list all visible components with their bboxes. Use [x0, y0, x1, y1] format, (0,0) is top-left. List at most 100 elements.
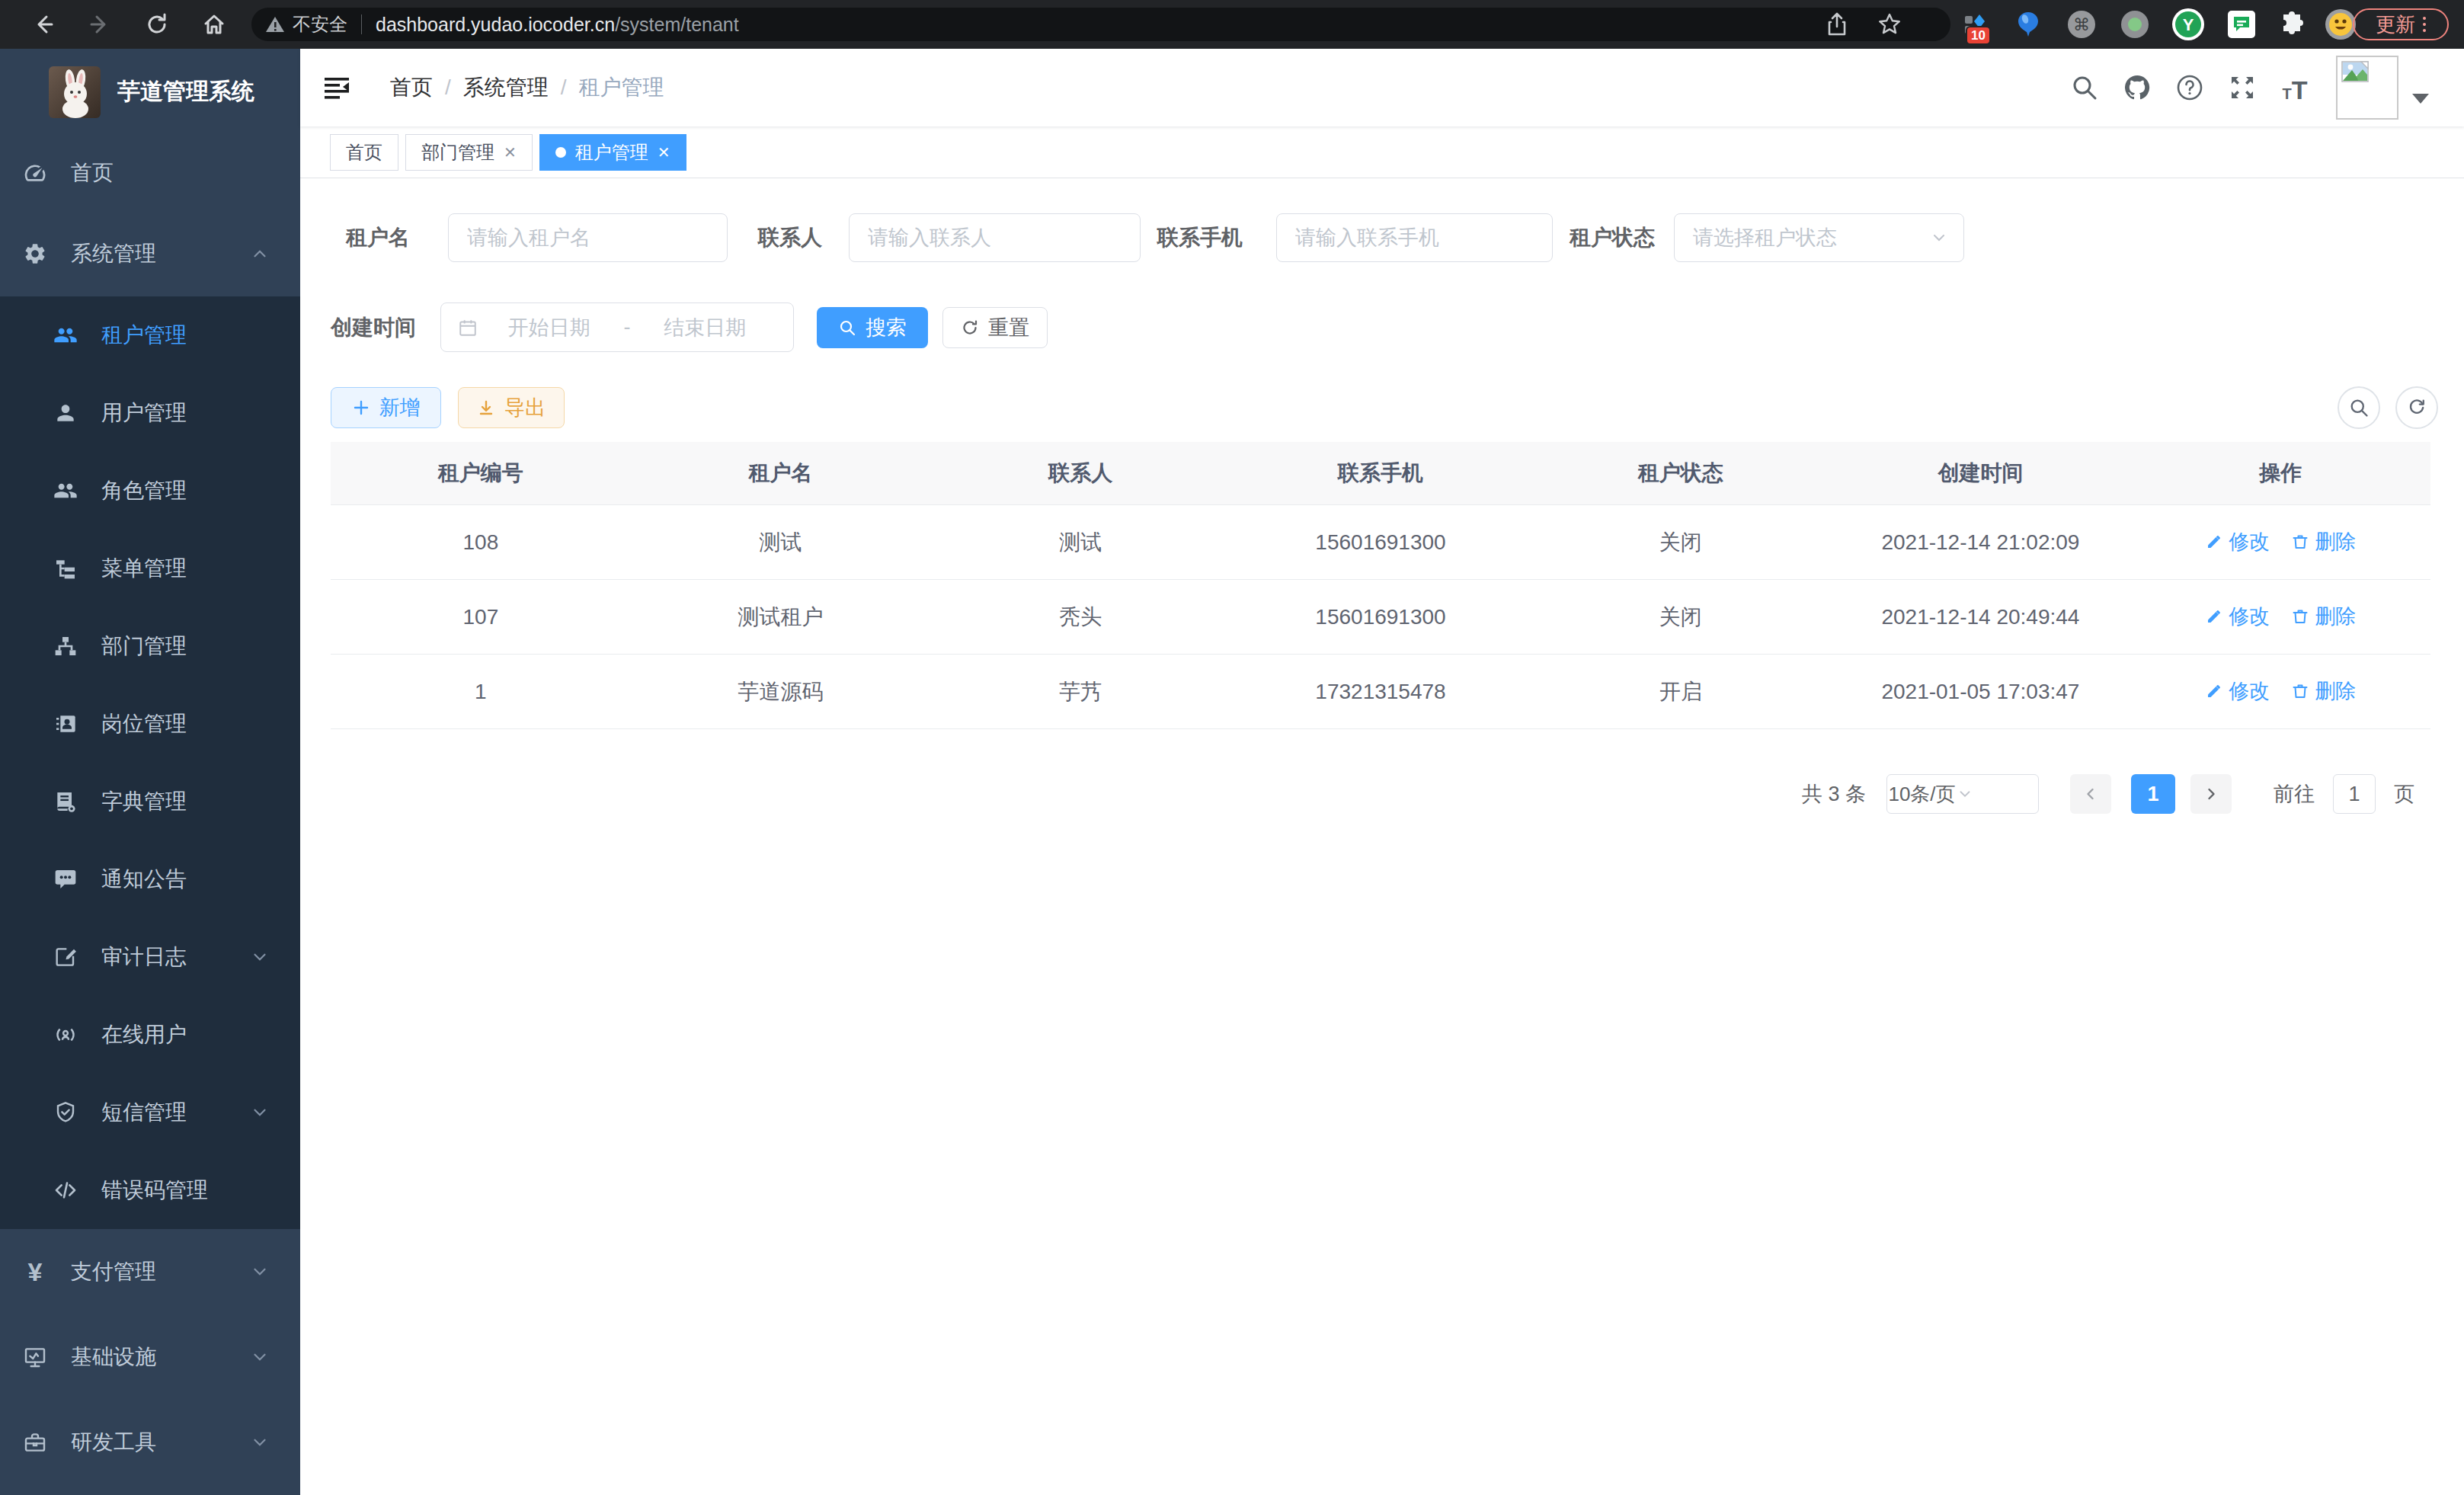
divider	[361, 14, 362, 34]
reset-button[interactable]: 重置	[942, 307, 1048, 348]
org-chart-icon	[49, 634, 82, 658]
github-icon[interactable]	[2123, 74, 2151, 101]
toggle-search-button[interactable]	[2338, 386, 2380, 429]
svg-text:Y: Y	[2183, 15, 2194, 34]
sidebar-item-infra[interactable]: 基础设施	[0, 1314, 300, 1400]
cell-mobile: 15601691300	[1230, 605, 1531, 629]
text-size-icon[interactable]: TT	[2281, 74, 2309, 101]
sidebar-item-audit-log[interactable]: 审计日志	[0, 918, 300, 996]
edit-link[interactable]: 修改	[2205, 603, 2270, 630]
export-button[interactable]: 导出	[458, 387, 565, 428]
badge-icon	[49, 712, 82, 736]
edit-link[interactable]: 修改	[2205, 677, 2270, 705]
col-header: 租户名	[631, 459, 931, 488]
sidebar-item-home[interactable]: 首页	[0, 135, 300, 211]
cell-mobile: 15601691300	[1230, 530, 1531, 555]
close-icon[interactable]: ✕	[658, 143, 670, 162]
refresh-icon	[2406, 397, 2427, 418]
gear-icon	[18, 242, 52, 266]
trash-icon	[2291, 533, 2309, 551]
contact-input[interactable]	[849, 213, 1141, 262]
extension-icon-2[interactable]	[2017, 11, 2040, 38]
sidebar-item-error-code[interactable]: 错误码管理	[0, 1151, 300, 1229]
help-icon[interactable]	[2176, 74, 2203, 101]
forward-icon[interactable]	[87, 11, 113, 37]
trash-icon	[2291, 607, 2309, 626]
edit-pen-icon	[49, 945, 82, 969]
sidebar-item-tenant[interactable]: 租户管理	[0, 296, 300, 374]
sidebar-item-menu[interactable]: 菜单管理	[0, 530, 300, 607]
sidebar-item-post[interactable]: 岗位管理	[0, 685, 300, 763]
sidebar-item-label: 菜单管理	[101, 554, 187, 583]
breadcrumb-system[interactable]: 系统管理	[463, 73, 549, 102]
extension-icon-3[interactable]: ⌘	[2067, 10, 2096, 39]
delete-link[interactable]: 删除	[2291, 603, 2356, 630]
page-size-select[interactable]: 10条/页	[1886, 774, 2039, 814]
tab-tenant[interactable]: 租户管理✕	[539, 134, 686, 171]
shield-check-icon	[49, 1100, 82, 1125]
avatar-caret-icon[interactable]	[2412, 94, 2429, 104]
delete-link[interactable]: 删除	[2291, 528, 2356, 555]
not-secure-warning-icon	[265, 15, 285, 34]
status-select[interactable]: 请选择租户状态	[1674, 213, 1964, 262]
main-content: 租户名 联系人 联系手机 租户状态 请选择租户状态 创建时间 开始日期 - 结束…	[300, 178, 2464, 1495]
add-button[interactable]: 新增	[331, 387, 441, 428]
sidebar-item-role[interactable]: 角色管理	[0, 452, 300, 530]
mobile-input[interactable]	[1276, 213, 1553, 262]
current-page-button[interactable]: 1	[2131, 774, 2175, 814]
screen: 不安全 dashboard.yudao.iocoder.cn/system/te…	[0, 0, 2464, 1495]
app-title: 芋道管理系统	[117, 76, 254, 107]
sidebar-item-devtools[interactable]: 研发工具	[0, 1400, 300, 1485]
pagination-total: 共 3 条	[1802, 774, 1866, 814]
sidebar-item-system[interactable]: 系统管理	[0, 211, 300, 296]
url-text[interactable]: dashboard.yudao.iocoder.cn/system/tenant	[376, 14, 739, 36]
sidebar-item-label: 租户管理	[101, 321, 187, 350]
bookmark-star-icon[interactable]	[1877, 12, 1902, 37]
extension-icon-6[interactable]	[2228, 11, 2255, 38]
edit-link[interactable]: 修改	[2205, 528, 2270, 555]
sidebar-item-user[interactable]: 用户管理	[0, 374, 300, 452]
table-header-row: 租户编号 租户名 联系人 联系手机 租户状态 创建时间 操作	[331, 442, 2430, 505]
browser-menu-icon[interactable]	[2423, 17, 2426, 32]
sidebar-item-sms[interactable]: 短信管理	[0, 1074, 300, 1151]
tenant-name-input[interactable]	[448, 213, 728, 262]
extension-emoji-icon[interactable]	[2325, 8, 2357, 40]
refresh-table-button[interactable]	[2395, 386, 2438, 429]
home-icon[interactable]	[201, 11, 227, 37]
back-icon[interactable]	[30, 11, 56, 37]
sidebar-item-payment[interactable]: ¥ 支付管理	[0, 1229, 300, 1314]
next-page-button[interactable]	[2190, 774, 2232, 814]
tab-home[interactable]: 首页	[330, 134, 398, 171]
header-search-icon[interactable]	[2071, 74, 2098, 101]
extension-icon-4[interactable]	[2120, 10, 2149, 39]
reload-icon[interactable]	[144, 11, 170, 37]
goto-page-input[interactable]	[2333, 774, 2376, 814]
app-logo	[49, 66, 101, 118]
url-bar[interactable]: 不安全 dashboard.yudao.iocoder.cn/system/te…	[251, 8, 1950, 41]
app-logo-row[interactable]: 芋道管理系统	[0, 49, 300, 135]
fullscreen-icon[interactable]	[2229, 74, 2256, 101]
col-header: 操作	[2130, 459, 2430, 488]
extension-puzzle-icon[interactable]	[2279, 11, 2305, 37]
avatar[interactable]	[2336, 56, 2398, 120]
chevron-down-icon	[1930, 229, 1948, 247]
share-icon[interactable]	[1826, 12, 1848, 37]
delete-link[interactable]: 删除	[2291, 677, 2356, 705]
prev-page-button[interactable]	[2070, 774, 2111, 814]
browser-update-button[interactable]: 更新	[2353, 8, 2449, 40]
search-button[interactable]: 搜索	[817, 307, 928, 348]
sidebar-collapse-icon[interactable]	[323, 75, 350, 101]
breadcrumb-separator: /	[445, 75, 451, 100]
create-time-range-picker[interactable]: 开始日期 - 结束日期	[440, 303, 794, 352]
sidebar-item-dept[interactable]: 部门管理	[0, 607, 300, 685]
extension-icon-5[interactable]: Y	[2171, 8, 2205, 41]
code-icon	[49, 1178, 82, 1202]
sidebar-item-dict[interactable]: 字典管理	[0, 763, 300, 840]
sidebar-item-notice[interactable]: 通知公告	[0, 840, 300, 918]
sidebar-item-label: 字典管理	[101, 787, 187, 816]
sidebar-item-online-user[interactable]: 在线用户	[0, 996, 300, 1074]
tab-dept[interactable]: 部门管理✕	[405, 134, 533, 171]
close-icon[interactable]: ✕	[504, 143, 517, 162]
security-label[interactable]: 不安全	[293, 12, 347, 37]
breadcrumb-home[interactable]: 首页	[390, 73, 433, 102]
